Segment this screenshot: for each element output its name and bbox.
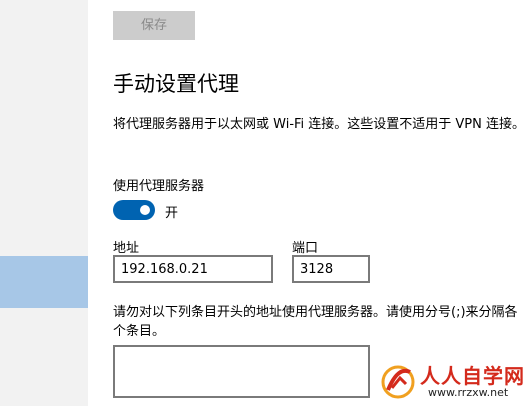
port-input[interactable]: [292, 255, 370, 283]
exceptions-label: 请勿对以下列条目开头的地址使用代理服务器。请使用分号(;)来分隔各个条目。: [113, 305, 518, 339]
address-label: 地址: [113, 241, 140, 256]
exceptions-input[interactable]: [113, 345, 370, 398]
toggle-state-label: 开: [165, 206, 179, 221]
watermark-name: 人人自学网: [420, 364, 525, 388]
toggle-knob: [140, 205, 150, 215]
watermark-logo-icon: [381, 365, 415, 399]
watermark-url: www.rrzxw.net: [428, 386, 509, 399]
use-proxy-toggle[interactable]: [113, 200, 155, 220]
sidebar-selected-item[interactable]: [0, 256, 88, 308]
watermark: 人人自学网 www.rrzxw.net: [378, 360, 528, 402]
use-proxy-label: 使用代理服务器: [113, 179, 205, 194]
port-label: 端口: [292, 241, 319, 256]
save-button[interactable]: 保存: [113, 11, 195, 40]
page-title: 手动设置代理: [113, 72, 239, 96]
address-input[interactable]: [113, 255, 273, 283]
proxy-description: 将代理服务器用于以太网或 Wi-Fi 连接。这些设置不适用于 VPN 连接。: [113, 117, 526, 132]
sidebar: [0, 0, 88, 406]
